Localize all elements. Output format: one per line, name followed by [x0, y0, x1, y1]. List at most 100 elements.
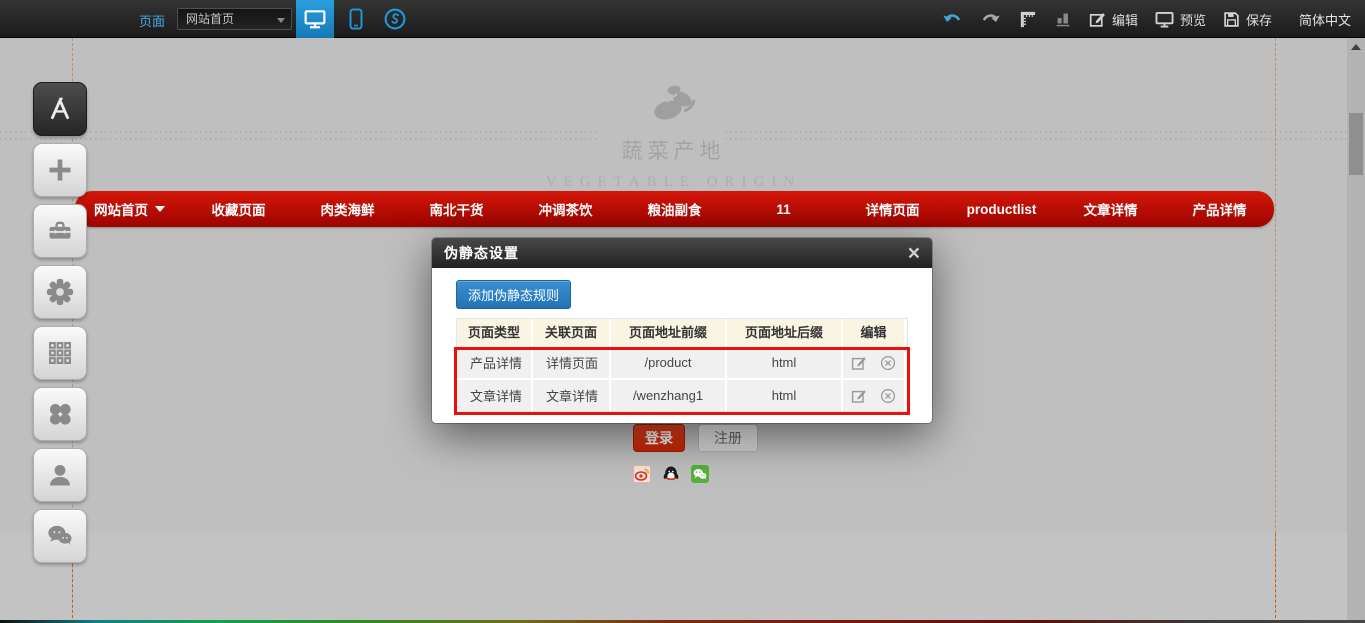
- save-label: 保存: [1246, 10, 1272, 29]
- ruler-button[interactable]: [1018, 10, 1037, 29]
- nav-item-label: 产品详情: [1193, 199, 1247, 219]
- row-edit-icon[interactable]: [851, 355, 867, 371]
- nav-item-label: 详情页面: [866, 199, 920, 219]
- sidebar-item-toolbox[interactable]: [33, 204, 87, 258]
- row-actions-cell: [843, 380, 904, 411]
- edit-button[interactable]: 编辑: [1089, 10, 1138, 29]
- sync-view-icon: [383, 7, 407, 31]
- sidebar-item-chat[interactable]: [33, 509, 87, 563]
- linked-page-cell: 文章详情: [533, 380, 611, 411]
- weibo-icon[interactable]: [633, 465, 651, 483]
- desktop-view-icon: [304, 9, 326, 29]
- sidebar-item-design[interactable]: [33, 82, 87, 136]
- add-rule-button[interactable]: 添加伪静态规则: [456, 280, 571, 309]
- vegetable-logo-icon: [647, 80, 701, 126]
- edit-pencil-icon: [1089, 11, 1106, 28]
- nav-item[interactable]: 网站首页: [75, 191, 184, 227]
- row-actions-cell: [843, 347, 904, 378]
- register-button[interactable]: 注册: [698, 424, 758, 452]
- url-suffix-cell: html: [727, 380, 843, 411]
- dialog-header[interactable]: 伪静态设置 ×: [432, 238, 932, 268]
- sync-view-button[interactable]: [377, 0, 413, 38]
- language-switcher[interactable]: 简体中文: [1299, 10, 1351, 29]
- preview-monitor-icon: [1155, 11, 1174, 28]
- sidebar-item-settings[interactable]: [33, 265, 87, 319]
- nav-item[interactable]: productlist: [947, 191, 1056, 227]
- chat-bubbles-icon: [45, 521, 75, 551]
- apps-clover-icon: [46, 400, 74, 428]
- scrollbar-track[interactable]: [1347, 38, 1365, 623]
- site-title: 蔬菜产地: [0, 135, 1347, 165]
- row-delete-icon[interactable]: [880, 355, 896, 371]
- sidebar-item-user[interactable]: [33, 448, 87, 502]
- nav-item[interactable]: 收藏页面: [184, 191, 293, 227]
- nav-item[interactable]: 粮油副食: [620, 191, 729, 227]
- table-header-cell: 编辑: [843, 319, 904, 347]
- preview-label: 预览: [1180, 10, 1206, 29]
- nav-item-label: 冲调茶饮: [539, 199, 593, 219]
- table-header-row: 页面类型关联页面页面地址前缀页面地址后缀编辑: [457, 319, 907, 347]
- site-main-nav: 网站首页 收藏页面 肉类海鲜 南北干货 冲调茶饮 粮油副食 11 详情页面 productlis…: [75, 191, 1274, 227]
- preview-button[interactable]: 预览: [1155, 10, 1206, 29]
- redo-button[interactable]: [980, 12, 1001, 27]
- qq-icon[interactable]: [662, 465, 680, 483]
- redo-icon: [980, 12, 1001, 27]
- edit-label: 编辑: [1112, 10, 1138, 29]
- add-icon: [46, 156, 74, 184]
- nav-item[interactable]: 南北干货: [402, 191, 511, 227]
- page-select-value: 网站首页: [186, 12, 234, 26]
- nav-item-label: productlist: [967, 202, 1037, 217]
- nav-item-label: 网站首页: [94, 199, 148, 219]
- nav-item-label: 肉类海鲜: [321, 199, 375, 219]
- mobile-view-button[interactable]: [340, 0, 372, 38]
- login-row: 登录 注册: [633, 424, 758, 452]
- save-button[interactable]: 保存: [1223, 10, 1272, 29]
- nav-item-label: 粮油副食: [648, 199, 702, 219]
- site-subtitle: VEGETABLE ORIGIN: [0, 174, 1347, 191]
- design-tools-icon: [47, 96, 73, 122]
- settings-gear-icon: [45, 277, 75, 307]
- nav-item[interactable]: 冲调茶饮: [511, 191, 620, 227]
- scrollbar-thumb[interactable]: [1349, 113, 1363, 175]
- pseudo-static-dialog: 伪静态设置 × 添加伪静态规则 页面类型关联页面页面地址前缀页面地址后缀编辑 产…: [432, 238, 932, 423]
- table-header-cell: 关联页面: [533, 319, 611, 347]
- chevron-down-icon: [277, 18, 285, 23]
- sidebar-item-apps[interactable]: [33, 387, 87, 441]
- row-delete-icon[interactable]: [880, 388, 896, 404]
- scrollbar-up-arrow-icon[interactable]: [1351, 44, 1361, 50]
- login-button[interactable]: 登录: [633, 424, 685, 452]
- toolbar-actions: 编辑 预览 保存 简体中文: [942, 0, 1351, 38]
- page-select[interactable]: 网站首页: [177, 8, 292, 30]
- undo-button[interactable]: [942, 12, 963, 27]
- stats-button[interactable]: [1054, 10, 1072, 28]
- row-edit-icon[interactable]: [851, 388, 867, 404]
- nav-item-label: 南北干货: [430, 199, 484, 219]
- page-type-cell: 产品详情: [457, 347, 533, 378]
- sidebar: [33, 82, 87, 563]
- nav-item[interactable]: 文章详情: [1056, 191, 1165, 227]
- close-icon[interactable]: ×: [908, 243, 920, 264]
- editor-stage: 蔬菜产地 VEGETABLE ORIGIN 网站首页收藏页面肉类海鲜南北干货冲调…: [0, 0, 1365, 623]
- table-header-cell: 页面类型: [457, 319, 533, 347]
- page-type-cell: 文章详情: [457, 380, 533, 411]
- table-header-cell: 页面地址前缀: [611, 319, 727, 347]
- wechat-icon[interactable]: [691, 465, 709, 483]
- nav-item[interactable]: 详情页面: [838, 191, 947, 227]
- ruler-icon: [1018, 10, 1037, 29]
- desktop-view-button[interactable]: [296, 0, 334, 38]
- url-prefix-cell: /wenzhang1: [611, 380, 727, 411]
- table-row: 产品详情详情页面/producthtml: [457, 347, 907, 378]
- sidebar-item-add[interactable]: [33, 143, 87, 197]
- caret-down-icon: [155, 206, 165, 212]
- top-toolbar: 页面 网站首页: [0, 0, 1365, 38]
- grid-modules-icon: [46, 339, 74, 367]
- rules-table: 页面类型关联页面页面地址前缀页面地址后缀编辑 产品详情详情页面/producth…: [456, 318, 908, 412]
- nav-item[interactable]: 11: [729, 191, 838, 227]
- url-suffix-cell: html: [727, 347, 843, 378]
- nav-item[interactable]: 肉类海鲜: [293, 191, 402, 227]
- social-login-row: [633, 465, 709, 483]
- nav-item-label: 11: [776, 202, 790, 217]
- page-label: 页面: [139, 11, 165, 30]
- sidebar-item-modules[interactable]: [33, 326, 87, 380]
- nav-item[interactable]: 产品详情: [1165, 191, 1274, 227]
